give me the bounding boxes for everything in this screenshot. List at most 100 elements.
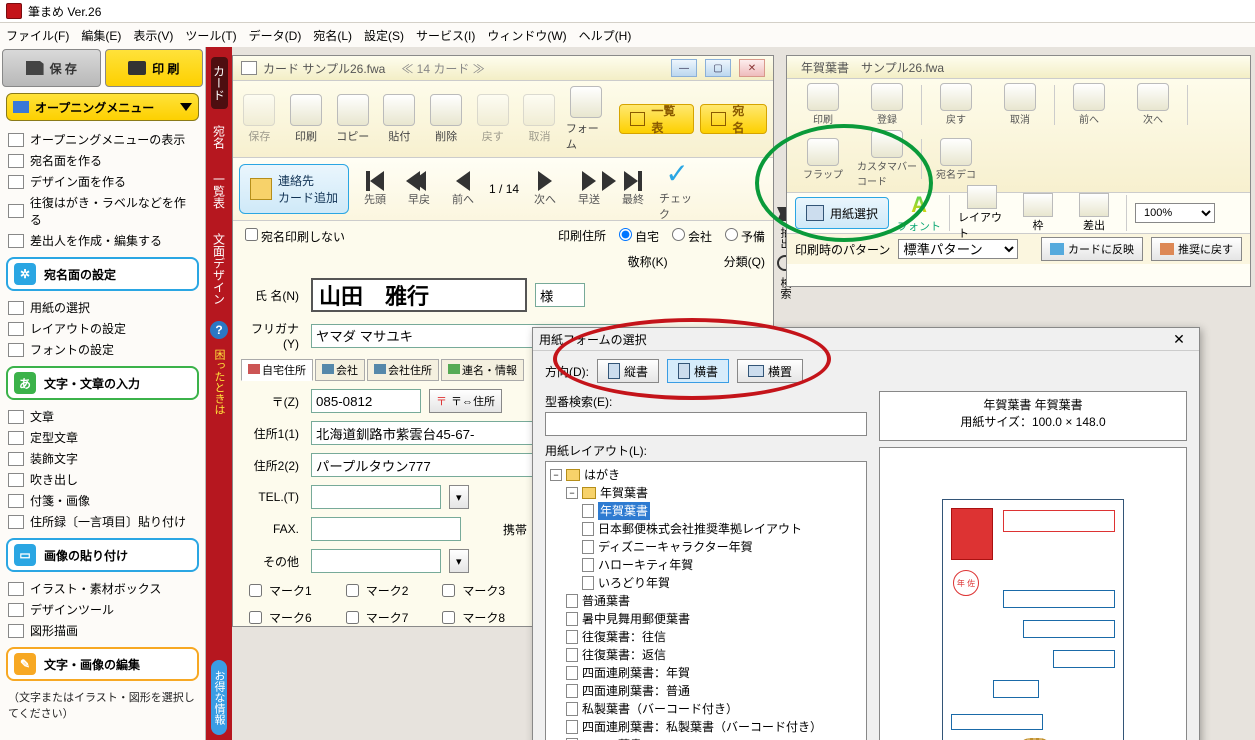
view-atena-button[interactable]: 宛 名 [700,104,767,134]
addr1-input[interactable] [311,421,541,445]
menu-tool[interactable]: ツール(T) [185,27,236,44]
layout-tree[interactable]: −はがき −年賀葉書 年賀葉書 日本郵便株式会社推奨準拠レイアウト ディズニーキ… [545,461,867,740]
nav-check[interactable]: ✓チェック [659,157,695,222]
menu-atena[interactable]: 宛名(L) [313,27,352,44]
menu-edit[interactable]: 編集(E) [81,27,121,44]
tree-item[interactable]: 往復葉書：往信 [550,628,862,646]
edit-button[interactable]: ✎文字・画像の編集 [6,647,199,681]
minimize-button[interactable]: — [671,59,697,77]
list-item[interactable]: 定型文章 [6,427,199,448]
ribbon-design[interactable]: 文面デザイン [211,225,228,313]
list-item[interactable]: 用紙の選択 [6,297,199,318]
paper-select-button[interactable]: 用紙選択 [795,197,889,229]
tree-item[interactable]: 四面連刷葉書：私製葉書（バーコード付き） [550,718,862,736]
print-button[interactable]: 印 刷 [105,49,204,87]
opening-item[interactable]: デザイン面を作る [6,171,199,192]
menu-window[interactable]: ウィンドウ(W) [487,27,566,44]
collapse-icon[interactable]: − [550,469,562,481]
mark-check[interactable]: マーク1 [245,581,312,600]
list-item[interactable]: 付箋・画像 [6,490,199,511]
sender-button[interactable]: 差出 [1070,193,1118,233]
ribbon-card[interactable]: カード [211,57,228,109]
tb-save[interactable]: 保存 [239,94,280,144]
menu-file[interactable]: ファイル(F) [6,27,69,44]
nav-prev[interactable]: 前へ [445,171,481,207]
orient-horizontal[interactable]: 横書 [667,359,729,383]
save-button[interactable]: 保 存 [2,49,101,87]
tb-undo[interactable]: 戻す [472,94,513,144]
addr-spare[interactable]: 予備 [720,225,765,245]
tree-item[interactable]: 暑中見舞用郵便葉書 [550,610,862,628]
ribbon-list[interactable]: 一覧表 [211,165,228,217]
menu-data[interactable]: データ(D) [249,27,302,44]
help-icon[interactable]: ? [210,321,228,339]
mark-check[interactable]: マーク3 [438,581,505,600]
dt-deco[interactable]: 宛名デコ [926,138,986,181]
orient-vertical[interactable]: 縦書 [597,359,659,383]
list-item[interactable]: デザインツール [6,599,199,620]
zoom-select[interactable]: 100% [1135,203,1215,223]
tb-delete[interactable]: 削除 [426,94,467,144]
tree-item[interactable]: 私製葉書（バーコード付き） [550,700,862,718]
maximize-button[interactable]: ▢ [705,59,731,77]
opening-item[interactable]: 往復はがき・ラベルなどを作る [6,192,199,230]
dt-undo[interactable]: 戻す [926,83,986,126]
tree-item[interactable]: 四面連刷葉書：普通 [550,682,862,700]
menu-service[interactable]: サービス(I) [416,27,475,44]
nav-next[interactable]: 次へ [527,171,563,207]
dt-flap[interactable]: フラップ [793,138,853,181]
addr-office[interactable]: 会社 [667,225,712,245]
tab-home[interactable]: 自宅住所 [241,359,313,381]
tree-item[interactable]: 往復葉書：返信 [550,646,862,664]
tab-company[interactable]: 会社 [315,359,365,381]
list-item[interactable]: 吹き出し [6,469,199,490]
view-list-button[interactable]: 一覧表 [619,104,694,134]
list-item[interactable]: 住所録〔一言項目〕貼り付け [6,511,199,532]
tips-label[interactable]: 困ったときは [211,343,227,421]
tree-item[interactable]: いろどり年賀 [550,574,862,592]
list-item[interactable]: 図形描画 [6,620,199,641]
mark-check[interactable]: マーク7 [342,608,409,627]
menu-view[interactable]: 表示(V) [133,27,173,44]
zip-input[interactable] [311,389,421,413]
frame-button[interactable]: 枠 [1014,193,1062,233]
addr2-input[interactable] [311,453,541,477]
mark-check[interactable]: マーク8 [438,608,505,627]
nav-last[interactable]: 最終 [615,171,651,207]
menu-help[interactable]: ヘルプ(H) [579,27,632,44]
orient-landscape[interactable]: 横置 [737,359,803,383]
text-input-button[interactable]: あ文字・文章の入力 [6,366,199,400]
font-button[interactable]: Aフォント [897,192,941,234]
list-item[interactable]: 装飾文字 [6,448,199,469]
dt-redo[interactable]: 取消 [990,83,1050,126]
tree-item[interactable]: 年賀葉書 [550,502,862,520]
list-item[interactable]: フォントの設定 [6,339,199,360]
tb-paste[interactable]: 貼付 [379,94,420,144]
ribbon-atena[interactable]: 宛名 [211,117,228,157]
tb-print[interactable]: 印刷 [286,94,327,144]
tree-item[interactable]: ハローキティ年賀 [550,556,862,574]
nav-first[interactable]: 先頭 [357,171,393,207]
opening-menu-button[interactable]: オープニングメニュー [6,93,199,121]
recommend-button[interactable]: 推奨に戻す [1151,237,1242,261]
dialog-close-button[interactable]: ✕ [1165,330,1193,348]
other-dropdown[interactable]: ▾ [449,549,469,573]
dt-barcode[interactable]: カスタマバーコード [857,130,917,188]
tb-form[interactable]: フォーム [566,86,607,152]
dt-prev[interactable]: 前へ [1059,83,1119,126]
list-item[interactable]: レイアウトの設定 [6,318,199,339]
opening-item[interactable]: オープニングメニューの表示 [6,129,199,150]
add-contact-button[interactable]: 連絡先 カード追加 [239,164,349,214]
tree-item[interactable]: ディズニーキャラクター年賀 [550,538,862,556]
tb-redo[interactable]: 取消 [519,94,560,144]
dt-print[interactable]: 印刷 [793,83,853,126]
menu-settings[interactable]: 設定(S) [364,27,404,44]
tree-item[interactable]: エコー葉書 [550,736,862,740]
info-label[interactable]: お得な情報 [211,660,227,735]
image-paste-button[interactable]: ▭画像の貼り付け [6,538,199,572]
layout-button[interactable]: レイアウト [958,185,1006,241]
tel-dropdown[interactable]: ▾ [449,485,469,509]
name-input[interactable] [311,278,527,312]
honorific-input[interactable] [535,283,585,307]
addr-home[interactable]: 自宅 [614,225,659,245]
